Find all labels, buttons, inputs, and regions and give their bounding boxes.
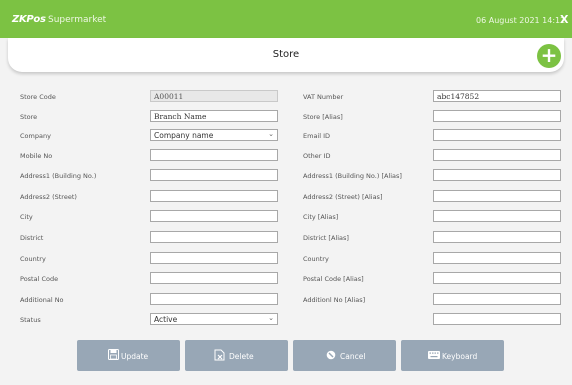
email-id-label: Email ID <box>303 132 331 140</box>
district-alias-input[interactable] <box>433 231 561 243</box>
address2-label: Address2 (Street) <box>20 193 77 201</box>
city-label: City <box>20 213 33 221</box>
store-code-label: Store Code <box>20 93 56 101</box>
company-label: Company <box>20 132 51 140</box>
email-id-input[interactable] <box>433 129 561 141</box>
save-icon <box>108 349 119 360</box>
update-label: Update <box>121 352 149 361</box>
address1-alias-label: Address1 (Building No.) [Alias] <box>303 172 402 180</box>
address1-label: Address1 (Building No.) <box>20 172 97 180</box>
vat-number-label: VAT Number <box>303 93 344 101</box>
district-label: District <box>20 234 44 242</box>
chevron-down-icon: ⌄ <box>268 130 274 138</box>
datetime-display: 06 August 2021 14:12 <box>476 16 566 25</box>
status-label: Status <box>20 316 41 324</box>
additional-no-alias-label: Additionl No [Alias] <box>303 296 366 304</box>
address2-alias-label: Address2 (Street) [Alias] <box>303 193 383 201</box>
status-select-value: Active <box>154 315 178 324</box>
additional-no-input[interactable] <box>150 293 278 305</box>
chevron-down-icon: ⌄ <box>268 314 274 322</box>
add-store-button[interactable]: + <box>537 44 561 68</box>
store-name-input[interactable]: Branch Name <box>150 110 278 122</box>
update-button[interactable]: Update <box>77 340 180 371</box>
keyboard-label: Keyboard <box>442 352 478 361</box>
delete-icon <box>214 349 225 361</box>
vat-number-input[interactable]: abc147852 <box>433 90 561 102</box>
page-title: Store <box>272 49 300 60</box>
country-label: Country <box>20 255 46 263</box>
store-code-field: A00011 <box>150 90 278 102</box>
store-label: Store <box>20 113 38 121</box>
country-input[interactable] <box>150 252 278 264</box>
district-alias-label: District [Alias] <box>303 234 349 242</box>
district-input[interactable] <box>150 231 278 243</box>
cancel-icon <box>326 350 336 360</box>
address2-alias-input[interactable] <box>433 190 561 202</box>
city-input[interactable] <box>150 210 278 222</box>
close-button[interactable]: X <box>560 13 568 26</box>
postal-code-label: Postal Code <box>20 275 59 283</box>
cancel-label: Cancel <box>340 352 366 361</box>
keyboard-icon <box>428 351 440 359</box>
plus-icon: + <box>540 43 558 67</box>
cancel-button[interactable]: Cancel <box>293 340 396 371</box>
additional-no-label: Additional No <box>20 296 64 304</box>
keyboard-button[interactable]: Keyboard <box>401 340 504 371</box>
address1-alias-input[interactable] <box>433 169 561 181</box>
city-alias-input[interactable] <box>433 210 561 222</box>
store-alias-label: Store [Alias] <box>303 113 343 121</box>
store-alias-input[interactable] <box>433 110 561 122</box>
company-select-value: Company name <box>154 131 214 140</box>
delete-label: Delete <box>229 352 254 361</box>
other-id-input[interactable] <box>433 149 561 161</box>
other-id-label: Other ID <box>303 152 331 160</box>
title-bar: ZKPos Supermarket 06 August 2021 14:12 X <box>0 0 572 38</box>
mobile-no-label: Mobile No <box>20 152 53 160</box>
mobile-no-input[interactable] <box>150 149 278 161</box>
page-header: Store <box>8 38 564 72</box>
company-select[interactable]: Company name ⌄ <box>150 129 278 141</box>
additional-no-alias-input[interactable] <box>433 293 561 305</box>
postal-code-alias-label: Postal Code [Alias] <box>303 275 364 283</box>
postal-code-input[interactable] <box>150 272 278 284</box>
app-name: Supermarket <box>48 15 107 25</box>
app-logo: ZKPos <box>12 14 46 25</box>
city-alias-label: City [Alias] <box>303 213 339 221</box>
status-select[interactable]: Active ⌄ <box>150 313 278 325</box>
postal-code-alias-input[interactable] <box>433 272 561 284</box>
address2-input[interactable] <box>150 190 278 202</box>
country-alias-label: Country <box>303 255 329 263</box>
country-alias-input[interactable] <box>433 252 561 264</box>
delete-button[interactable]: Delete <box>185 340 288 371</box>
address1-input[interactable] <box>150 169 278 181</box>
extra-input[interactable] <box>433 313 561 325</box>
